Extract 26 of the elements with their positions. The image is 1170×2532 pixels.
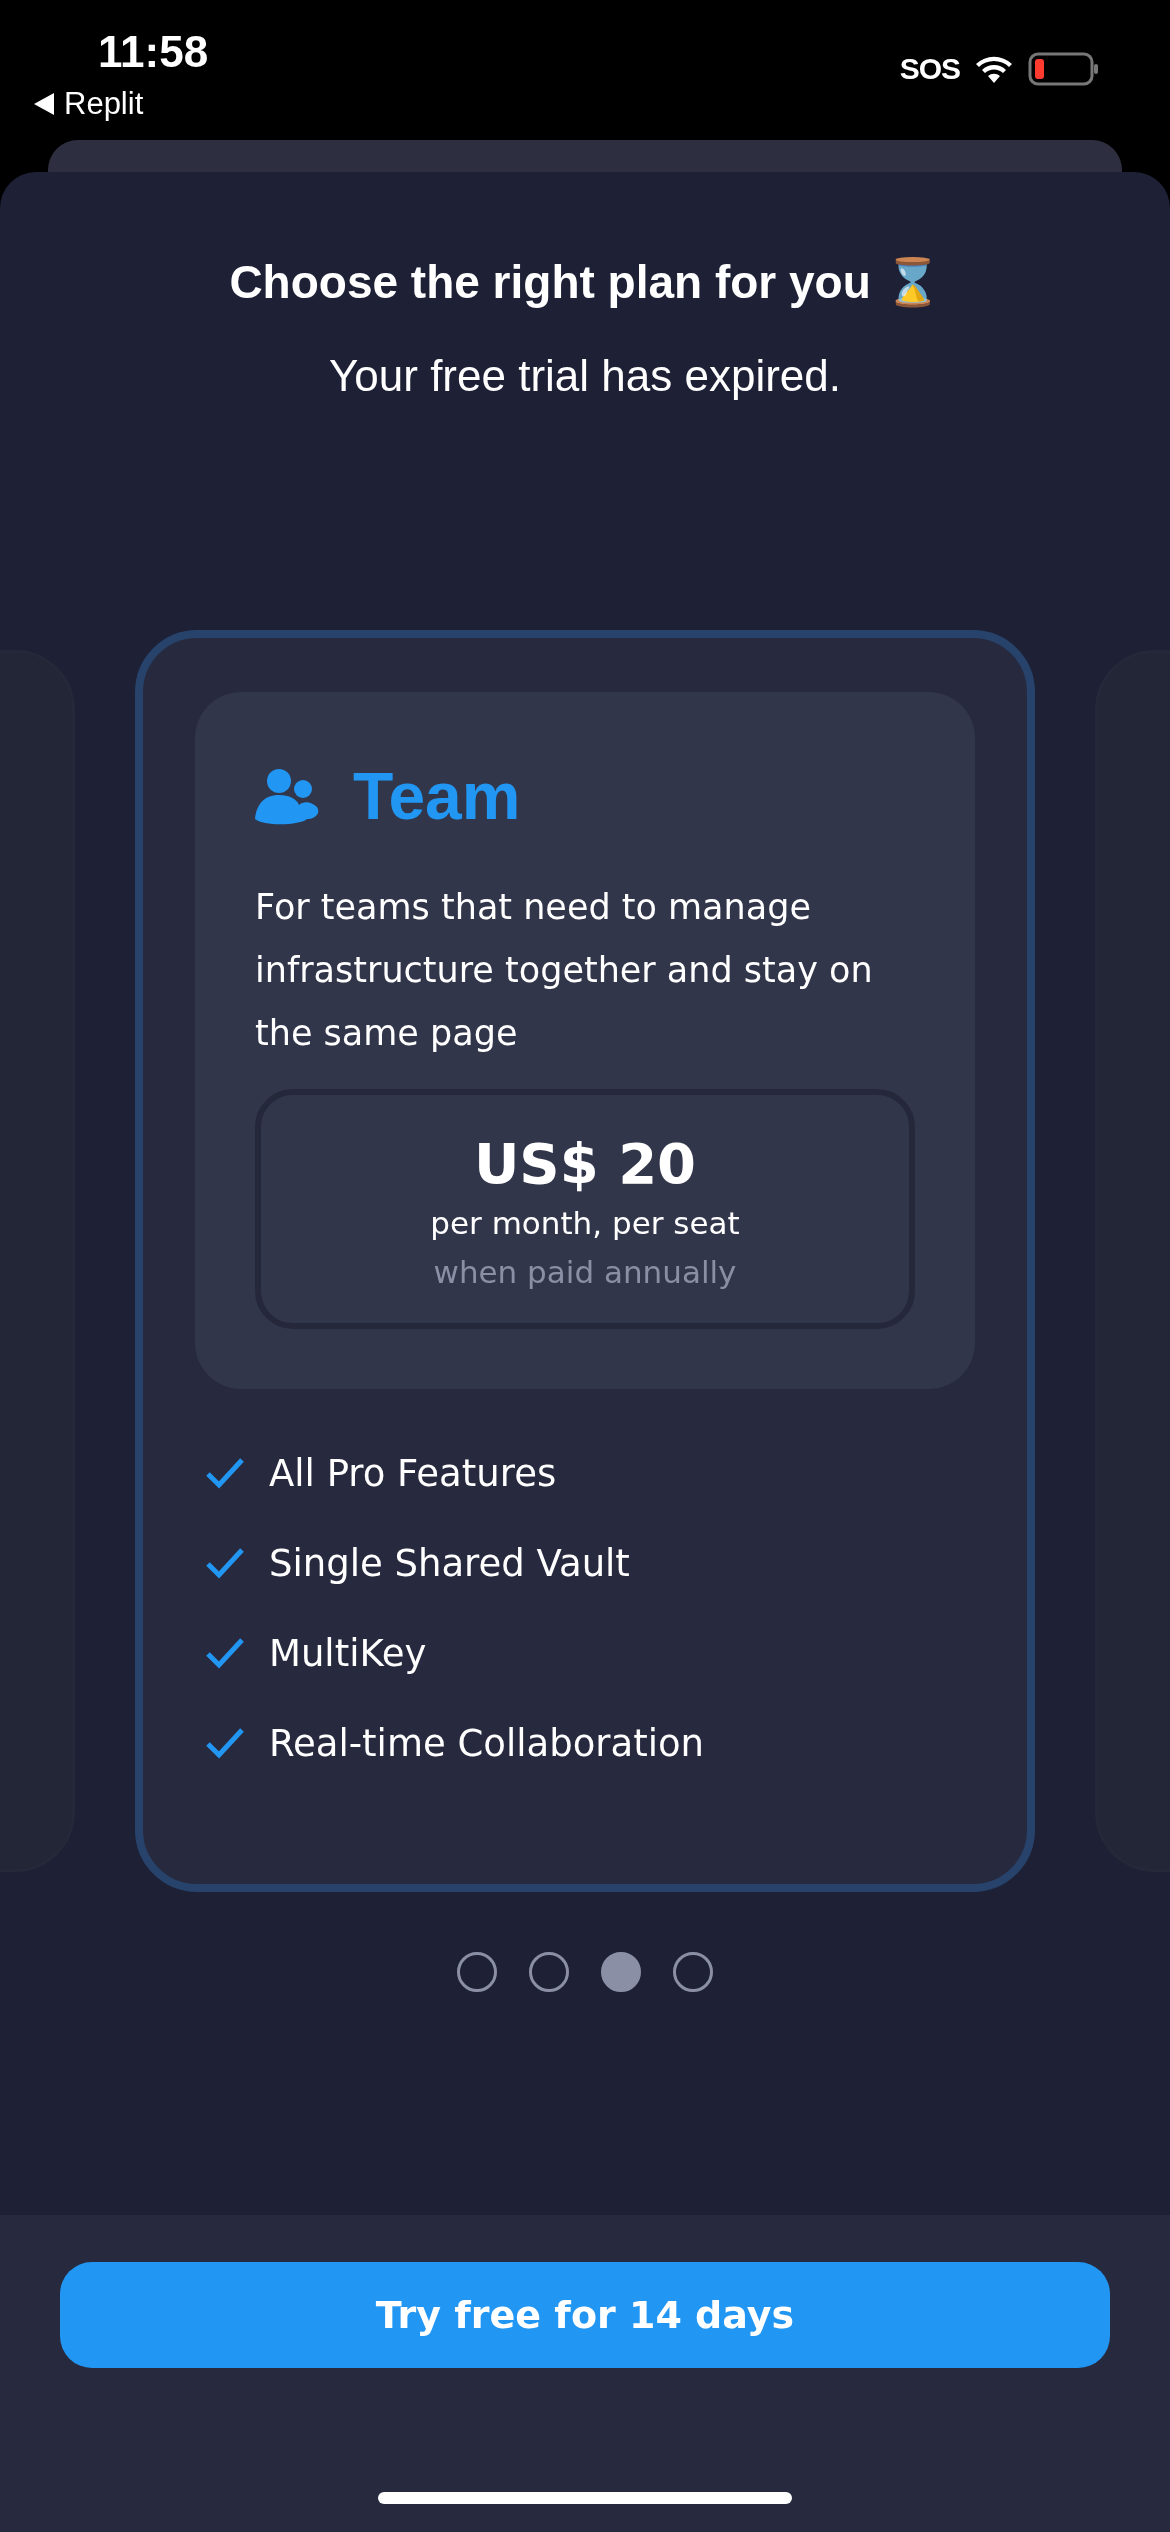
plan-description: For teams that need to manage infrastructure together and stay on the same page: [255, 886, 874, 1055]
check-icon: [205, 1636, 245, 1670]
price: US$ 20: [473, 1130, 697, 1198]
back-link[interactable]: Replit: [34, 86, 144, 122]
check-icon: [205, 1726, 245, 1760]
price-unit: per month, per seat: [430, 1204, 740, 1243]
plan-name: Team: [353, 758, 521, 834]
plan-card[interactable]: Team For teams that need to manage infrastructure together and stay on the same page US$ 20 per month, per seat when paid annually All Pro Features Single Shared Vault MultiKey Real-time Collaboration: [135, 630, 1035, 1892]
feature-text: All Pro Features: [269, 1451, 557, 1495]
feature-text: Single Shared Vault: [269, 1541, 630, 1585]
check-icon: [205, 1546, 245, 1580]
screen-title: Choose the right plan for you ⌛: [229, 255, 941, 310]
back-arrow-icon: [34, 93, 54, 115]
status-time: 11:58: [98, 26, 209, 78]
feature-text: Real-time Collaboration: [269, 1721, 705, 1765]
page-dot[interactable]: [529, 1952, 569, 1992]
billing-note: when paid annually: [433, 1253, 737, 1292]
sos-indicator: SOS: [899, 52, 960, 86]
feature-text: MultiKey: [269, 1631, 427, 1675]
wifi-icon: [974, 54, 1014, 84]
trial-message: Your free trial has expired.: [329, 350, 841, 402]
page-dot[interactable]: [673, 1952, 713, 1992]
page-dot[interactable]: [457, 1952, 497, 1992]
check-icon: [205, 1456, 245, 1490]
page-dot[interactable]: [601, 1952, 641, 1992]
people-icon: [255, 767, 319, 825]
